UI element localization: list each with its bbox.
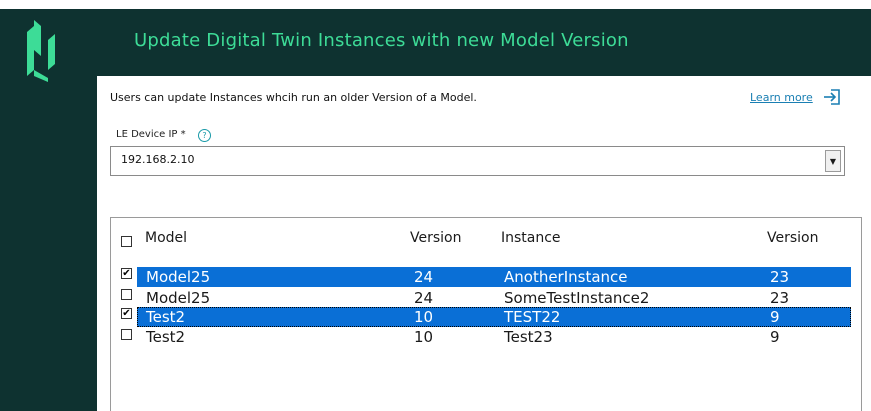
column-header-instance: Instance (501, 230, 561, 246)
chevron-down-icon[interactable]: ▼ (825, 150, 841, 172)
cell-model-version: 24 (414, 268, 434, 286)
cell-model: Model25 (146, 268, 211, 286)
cell-instance-version: 9 (770, 328, 780, 346)
page-description: Users can update Instances whcih run an … (110, 91, 477, 104)
cell-instance: SomeTestInstance2 (504, 289, 650, 307)
logo-icon (27, 20, 55, 82)
cell-model: Test2 (146, 308, 186, 326)
cell-instance: Test23 (504, 328, 553, 346)
page-title: Update Digital Twin Instances with new M… (134, 30, 629, 51)
cell-model-version: 24 (414, 289, 434, 307)
table-row[interactable]: Model25 24 SomeTestInstance2 23 (137, 288, 851, 308)
row-checkbox[interactable] (121, 289, 132, 300)
column-header-model-version: Version (410, 230, 462, 246)
cell-instance: AnotherInstance (504, 268, 628, 286)
cell-model-version: 10 (414, 308, 434, 326)
row-checkbox[interactable]: ✔ (121, 268, 132, 279)
column-header-model: Model (145, 230, 188, 246)
cell-model-version: 10 (414, 328, 434, 346)
cell-instance-version: 23 (770, 289, 790, 307)
help-icon[interactable]: ? (198, 129, 211, 142)
device-ip-select[interactable]: 192.168.2.10 ▼ (110, 146, 845, 176)
row-checkbox[interactable]: ✔ (121, 308, 132, 319)
device-ip-label: LE Device IP * (116, 129, 186, 140)
row-checkbox[interactable] (121, 329, 132, 340)
cell-instance: TEST22 (504, 308, 561, 326)
cell-model: Test2 (146, 328, 186, 346)
external-link-icon[interactable] (823, 89, 841, 105)
table-row[interactable]: Model25 24 AnotherInstance 23 (137, 267, 851, 287)
column-header-instance-version: Version (767, 230, 819, 246)
table-row[interactable]: Test2 10 Test23 9 (137, 327, 851, 347)
table-row[interactable]: Test2 10 TEST22 9 (137, 307, 851, 327)
top-strip (0, 0, 871, 9)
cell-model: Model25 (146, 289, 211, 307)
learn-more-link[interactable]: Learn more (750, 91, 813, 104)
device-ip-value: 192.168.2.10 (121, 153, 195, 166)
cell-instance-version: 23 (770, 268, 790, 286)
cell-instance-version: 9 (770, 308, 780, 326)
select-all-checkbox[interactable] (121, 236, 132, 247)
